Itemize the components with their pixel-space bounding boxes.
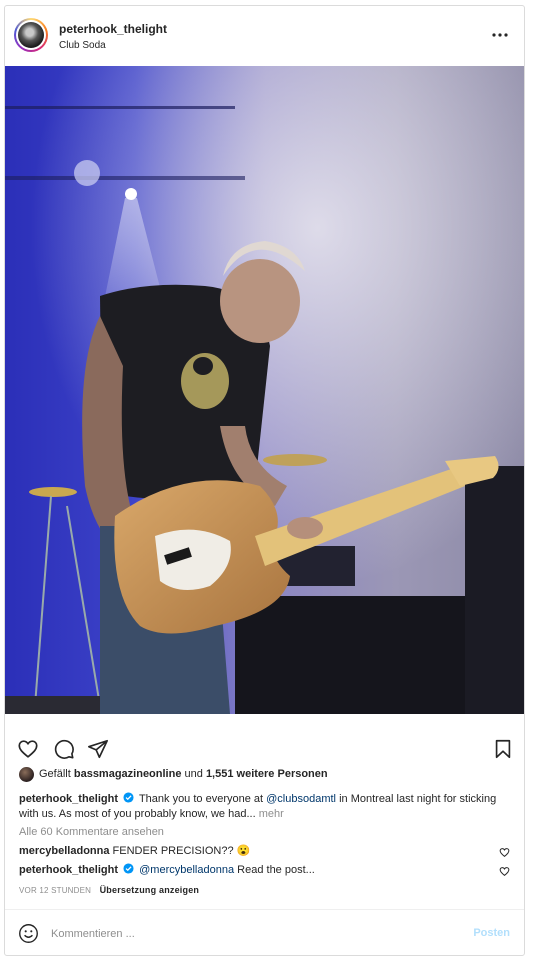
post-location[interactable]: Club Soda bbox=[59, 40, 106, 51]
post-timestamp[interactable]: VOR 12 STUNDEN bbox=[19, 886, 91, 895]
add-comment-bar: Posten bbox=[5, 909, 524, 955]
caption-username[interactable]: peterhook_thelight bbox=[19, 793, 118, 805]
post-header: peterhook_thelight Club Soda bbox=[5, 6, 524, 66]
bookmark-icon[interactable] bbox=[492, 738, 514, 760]
liker-avatar[interactable] bbox=[19, 766, 34, 782]
heart-icon[interactable] bbox=[17, 738, 39, 760]
caption-more-link[interactable]: mehr bbox=[259, 808, 284, 820]
post-meta: VOR 12 STUNDEN Übersetzung anzeigen bbox=[19, 885, 199, 895]
more-horizontal-icon[interactable] bbox=[490, 28, 510, 42]
avatar[interactable] bbox=[14, 18, 48, 52]
comment-username[interactable]: peterhook_thelight bbox=[19, 864, 118, 876]
caption-text-start: Thank you to everyone at bbox=[138, 793, 264, 805]
avatar-image bbox=[18, 22, 44, 48]
comment-row: peterhook_thelight @mercybelladonna Read… bbox=[19, 863, 509, 877]
paper-plane-icon[interactable] bbox=[87, 738, 109, 760]
likes-others-link[interactable]: 1,551 weitere Personen bbox=[206, 768, 328, 780]
comment-username[interactable]: mercybelladonna bbox=[19, 845, 109, 857]
heart-icon[interactable] bbox=[499, 847, 510, 858]
caption-mention-link[interactable]: @clubsodamtl bbox=[266, 793, 336, 805]
see-translation-link[interactable]: Übersetzung anzeigen bbox=[100, 885, 200, 895]
heart-icon[interactable] bbox=[499, 866, 510, 877]
comment-mention-link[interactable]: @mercybelladonna bbox=[139, 864, 234, 876]
comment-text: Read the post... bbox=[237, 864, 315, 876]
emoji-icon[interactable] bbox=[18, 923, 39, 944]
comment-text: FENDER PRECISION?? 😮 bbox=[112, 845, 251, 857]
comment-row: mercybelladonna FENDER PRECISION?? 😮 bbox=[19, 844, 509, 858]
comment-icon[interactable] bbox=[53, 738, 75, 760]
view-all-comments-link[interactable]: Alle 60 Kommentare ansehen bbox=[19, 826, 164, 838]
likes-summary: Gefällt bassmagazineonline und 1,551 wei… bbox=[19, 766, 328, 782]
post-comment-button[interactable]: Posten bbox=[473, 927, 510, 939]
comment-input[interactable] bbox=[51, 924, 451, 944]
likes-conjunction: und bbox=[184, 768, 203, 780]
verified-badge-icon bbox=[123, 863, 134, 874]
action-bar bbox=[5, 714, 524, 772]
verified-badge-icon bbox=[123, 792, 134, 803]
likes-prefix: Gefällt bbox=[39, 768, 71, 780]
post-photo[interactable] bbox=[5, 66, 525, 714]
post-card: peterhook_thelight Club Soda Gefällt bas… bbox=[4, 5, 525, 956]
post-caption: peterhook_thelight Thank you to everyone… bbox=[19, 792, 509, 822]
liker-username[interactable]: bassmagazineonline bbox=[74, 768, 182, 780]
post-username[interactable]: peterhook_thelight bbox=[59, 22, 167, 36]
